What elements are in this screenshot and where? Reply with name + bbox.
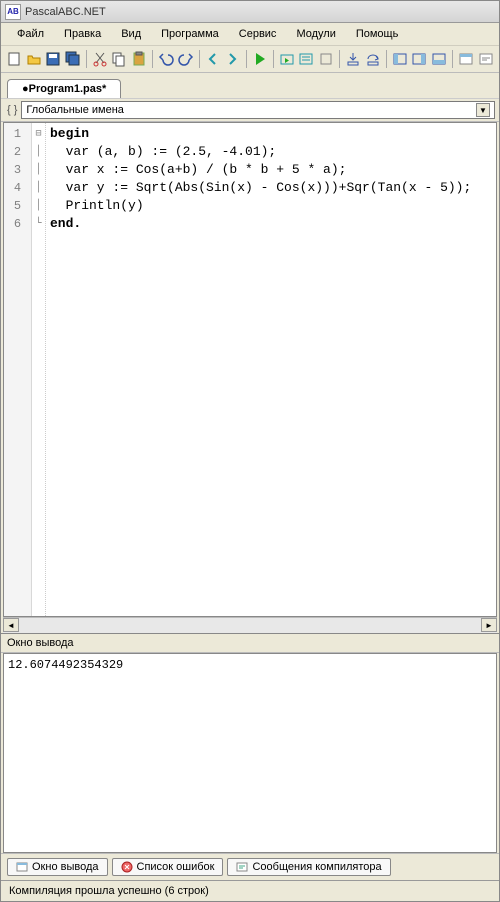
menu-file[interactable]: Файл <box>7 25 54 43</box>
run-debug-icon[interactable] <box>278 48 296 70</box>
line-number: 2 <box>4 143 31 161</box>
scroll-left-icon[interactable]: ◄ <box>3 618 19 632</box>
separator <box>339 50 340 68</box>
fold-toggle[interactable]: ⊟ <box>32 125 45 143</box>
line-number: 3 <box>4 161 31 179</box>
code-line: begin <box>50 126 89 141</box>
separator <box>452 50 453 68</box>
menu-modules[interactable]: Модули <box>286 25 345 43</box>
nav-fwd-icon[interactable] <box>223 48 241 70</box>
menu-edit[interactable]: Правка <box>54 25 111 43</box>
horizontal-scrollbar[interactable]: ◄ ► <box>3 617 497 633</box>
tab-compiler-label: Сообщения компилятора <box>252 861 381 873</box>
redo-icon[interactable] <box>176 48 194 70</box>
output-text: 12.6074492354329 <box>8 658 492 672</box>
menu-program[interactable]: Программа <box>151 25 229 43</box>
undo-icon[interactable] <box>157 48 175 70</box>
line-gutter: 1 2 3 4 5 6 <box>4 123 32 616</box>
line-number: 5 <box>4 197 31 215</box>
step-into-icon[interactable] <box>344 48 362 70</box>
open-file-icon[interactable] <box>24 48 42 70</box>
window-view-icon[interactable] <box>457 48 475 70</box>
copy-icon[interactable] <box>110 48 128 70</box>
panel-right-icon[interactable] <box>410 48 428 70</box>
new-file-icon[interactable] <box>5 48 23 70</box>
tab-output[interactable]: Окно вывода <box>7 858 108 876</box>
code-line: end. <box>50 216 81 231</box>
toolbar <box>1 46 499 73</box>
tab-compiler[interactable]: Сообщения компилятора <box>227 858 390 876</box>
fold-line: │ <box>32 161 45 179</box>
cut-icon[interactable] <box>91 48 109 70</box>
tab-errors-label: Список ошибок <box>137 861 215 873</box>
run-icon[interactable] <box>250 48 268 70</box>
separator <box>199 50 200 68</box>
errors-tab-icon <box>121 861 133 873</box>
editor[interactable]: 1 2 3 4 5 6 ⊟ │ │ │ │ └ begin var (a, b)… <box>3 122 497 617</box>
fold-line: │ <box>32 197 45 215</box>
code-line: Println(y) <box>50 198 144 213</box>
compile-icon[interactable] <box>297 48 315 70</box>
code-area[interactable]: begin var (a, b) := (2.5, -4.01); var x … <box>46 123 496 616</box>
menubar: Файл Правка Вид Программа Сервис Модули … <box>1 23 499 46</box>
code-view-icon[interactable] <box>476 48 494 70</box>
nav-back-icon[interactable] <box>204 48 222 70</box>
fold-column: ⊟ │ │ │ │ └ <box>32 123 46 616</box>
file-tab[interactable]: ●Program1.pas* <box>7 79 121 98</box>
tab-strip: ●Program1.pas* <box>1 73 499 98</box>
separator <box>246 50 247 68</box>
menu-service[interactable]: Сервис <box>229 25 287 43</box>
menu-help[interactable]: Помощь <box>346 25 409 43</box>
menu-view[interactable]: Вид <box>111 25 151 43</box>
bottom-tabs: Окно вывода Список ошибок Сообщения комп… <box>1 853 499 880</box>
output-tab-icon <box>16 861 28 873</box>
fold-line: │ <box>32 179 45 197</box>
separator <box>386 50 387 68</box>
fold-line: └ <box>32 215 45 233</box>
tab-output-label: Окно вывода <box>32 861 99 873</box>
line-number: 6 <box>4 215 31 233</box>
save-all-icon[interactable] <box>63 48 81 70</box>
save-icon[interactable] <box>44 48 62 70</box>
stop-icon[interactable] <box>317 48 335 70</box>
status-text: Компиляция прошла успешно (6 строк) <box>9 885 209 897</box>
tab-errors[interactable]: Список ошибок <box>112 858 224 876</box>
fold-line: │ <box>32 143 45 161</box>
code-line: var (a, b) := (2.5, -4.01); <box>50 144 276 159</box>
code-line: var y := Sqrt(Abs(Sin(x) - Cos(x)))+Sqr(… <box>50 180 471 195</box>
scope-dropdown-label: Глобальные имена <box>26 104 124 116</box>
chevron-down-icon[interactable]: ▼ <box>476 103 490 117</box>
scope-icon: { } <box>7 104 17 116</box>
panel-bottom-icon[interactable] <box>430 48 448 70</box>
compiler-tab-icon <box>236 861 248 873</box>
titlebar: AB PascalABC.NET <box>1 1 499 23</box>
status-bar: Компиляция прошла успешно (6 строк) <box>1 880 499 901</box>
paste-icon[interactable] <box>130 48 148 70</box>
separator <box>152 50 153 68</box>
output-area[interactable]: 12.6074492354329 <box>3 653 497 853</box>
scope-bar: { } Глобальные имена ▼ <box>1 98 499 122</box>
line-number: 4 <box>4 179 31 197</box>
output-header: Окно вывода <box>1 633 499 653</box>
app-title: PascalABC.NET <box>25 6 106 18</box>
scope-dropdown[interactable]: Глобальные имена ▼ <box>21 101 495 119</box>
separator <box>273 50 274 68</box>
code-line: var x := Cos(a+b) / (b * b + 5 * a); <box>50 162 346 177</box>
scroll-right-icon[interactable]: ► <box>481 618 497 632</box>
panel-left-icon[interactable] <box>391 48 409 70</box>
app-icon: AB <box>5 4 21 20</box>
line-number: 1 <box>4 125 31 143</box>
step-over-icon[interactable] <box>363 48 381 70</box>
separator <box>86 50 87 68</box>
